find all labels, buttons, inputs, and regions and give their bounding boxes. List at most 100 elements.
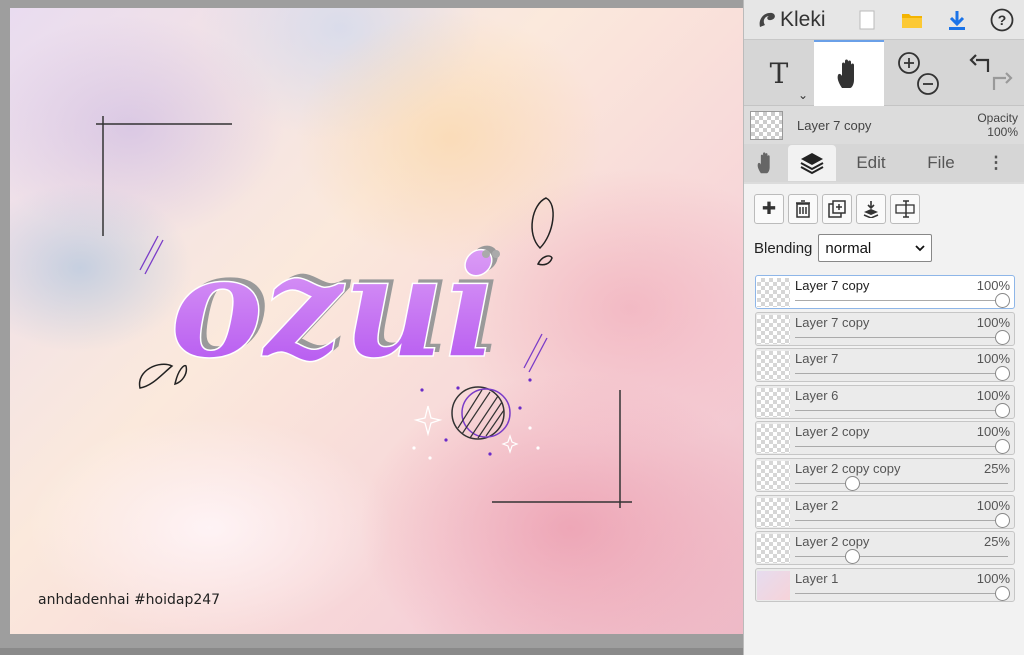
side-panel: Kleki ? T ⌄ Layer 7 copy Opacity 100% Ed… <box>743 0 1024 655</box>
blending-select[interactable]: normal <box>818 234 933 262</box>
open-file-button[interactable] <box>889 0 934 40</box>
layer-item[interactable]: Layer 7 copy 100% <box>755 311 1015 346</box>
opacity-slider-knob[interactable] <box>995 366 1010 382</box>
opacity-slider-track[interactable] <box>795 373 1008 375</box>
hand-icon <box>757 152 770 174</box>
more-options-icon[interactable]: ⋮ <box>976 145 1016 181</box>
opacity-slider-knob[interactable] <box>995 293 1010 308</box>
layer-item[interactable]: Layer 2 copy 100% <box>755 421 1015 456</box>
zoom-in-icon[interactable] <box>894 48 944 98</box>
layer-list: Layer 7 copy 100% Layer 7 copy 100% Laye… <box>755 275 1015 604</box>
svg-text:?: ? <box>997 12 1006 28</box>
opacity-slider-track[interactable] <box>795 519 1008 521</box>
opacity-slider-track[interactable] <box>795 592 1008 594</box>
layer-opacity: 100% <box>976 387 1010 403</box>
layer-item[interactable]: Layer 1 100% <box>755 567 1015 602</box>
drawing-canvas[interactable]: ozui ozui anhdadenhai #hoidap247 <box>10 8 743 634</box>
opacity-slider-knob[interactable] <box>995 512 1010 528</box>
duplicate-layer-button[interactable] <box>822 194 852 224</box>
layer-item[interactable]: Layer 7 copy 100% <box>755 275 1015 309</box>
layer-thumbnail <box>757 314 790 344</box>
tab-file[interactable]: File <box>906 145 976 181</box>
text-tool-icon: T <box>769 56 789 90</box>
merge-down-button[interactable] <box>856 194 886 224</box>
hand-icon <box>837 59 854 88</box>
layer-name: Layer 2 copy copy <box>795 460 901 476</box>
app-name: Kleki <box>780 7 826 31</box>
opacity-slider-track[interactable] <box>795 336 1008 338</box>
layer-opacity: 100% <box>976 570 1010 586</box>
opacity-slider-track[interactable] <box>795 409 1008 411</box>
app-logo[interactable]: Kleki <box>744 8 844 32</box>
delete-layer-icon <box>796 200 810 218</box>
layer-thumbnail <box>757 497 790 527</box>
layer-item[interactable]: Layer 2 copy 25% <box>755 531 1015 566</box>
text-tool[interactable]: T ⌄ <box>744 40 814 106</box>
layers-panel: ✚ Blending normal Layer 7 copy 100% Laye… <box>744 184 1024 655</box>
add-layer-button[interactable]: ✚ <box>754 194 784 224</box>
history-tools <box>954 40 1024 106</box>
layer-opacity: 25% <box>983 534 1010 550</box>
opacity-label: Opacity <box>977 111 1018 125</box>
chevron-down-icon[interactable]: ⌄ <box>798 88 808 102</box>
current-layer-thumbnail <box>750 110 783 140</box>
layer-item[interactable]: Layer 7 100% <box>755 348 1015 383</box>
opacity-slider-knob[interactable] <box>845 549 860 565</box>
layer-thumbnail <box>757 534 790 564</box>
opacity-slider-track[interactable] <box>795 300 1008 301</box>
layers-icon <box>800 153 824 175</box>
opacity-slider-knob[interactable] <box>995 402 1010 418</box>
opacity-readout: Opacity 100% <box>977 111 1018 139</box>
circle-motif <box>412 378 540 460</box>
lettering: ozui ozui <box>169 222 504 391</box>
layer-name: Layer 7 copy <box>795 314 870 330</box>
rename-layer-button[interactable] <box>890 194 920 224</box>
layer-thumbnail <box>757 387 790 417</box>
current-layer-name: Layer 7 copy <box>797 117 872 133</box>
layer-name: Layer 2 copy <box>795 424 870 440</box>
layer-opacity: 100% <box>976 314 1010 330</box>
app-window: ozui ozui anhdadenhai #hoidap247 Kleki ?… <box>0 0 1024 655</box>
blending-row: Blending normal <box>744 224 1024 262</box>
kleki-logo-icon <box>759 12 775 27</box>
current-layer-info: Layer 7 copy Opacity 100% <box>744 106 1024 144</box>
layer-thumbnail <box>757 570 790 600</box>
layer-name: Layer 7 <box>795 351 839 367</box>
tab-hand[interactable] <box>744 145 788 181</box>
add-layer-icon: ✚ <box>761 199 777 218</box>
layer-opacity: 100% <box>976 424 1010 440</box>
help-button[interactable]: ? <box>979 0 1024 40</box>
opacity-value: 100% <box>987 125 1018 139</box>
layer-item[interactable]: Layer 2 copy copy 25% <box>755 457 1015 492</box>
opacity-slider-track[interactable] <box>795 556 1008 558</box>
tool-row: T ⌄ <box>744 40 1024 106</box>
watermark-text: anhdadenhai #hoidap247 <box>38 592 221 608</box>
chevron-down-icon <box>915 245 926 252</box>
layer-actions: ✚ <box>744 184 1024 224</box>
tab-edit[interactable]: Edit <box>836 145 906 181</box>
opacity-slider-knob[interactable] <box>995 585 1010 601</box>
layer-item[interactable]: Layer 6 100% <box>755 384 1015 419</box>
layer-name: Layer 7 copy <box>795 278 870 293</box>
opacity-slider-knob[interactable] <box>995 439 1010 455</box>
new-image-button[interactable] <box>844 0 889 40</box>
opacity-slider-knob[interactable] <box>995 329 1010 345</box>
merge-down-icon <box>863 201 879 218</box>
tab-layers[interactable] <box>788 145 836 181</box>
layer-name: Layer 6 <box>795 387 839 403</box>
layer-thumbnail <box>757 424 790 454</box>
layer-thumbnail <box>757 460 790 490</box>
new-image-icon <box>859 10 874 29</box>
canvas-area[interactable]: ozui ozui anhdadenhai #hoidap247 <box>0 0 743 655</box>
opacity-slider-knob[interactable] <box>845 475 860 491</box>
opacity-slider-track[interactable] <box>795 446 1008 448</box>
layer-item[interactable]: Layer 2 100% <box>755 494 1015 529</box>
delete-layer-button[interactable] <box>788 194 818 224</box>
layer-opacity: 100% <box>976 278 1010 293</box>
tab-row: Edit File ⋮ <box>744 144 1024 182</box>
hand-tool[interactable] <box>814 40 884 106</box>
top-bar: Kleki ? <box>744 0 1024 40</box>
opacity-slider-track[interactable] <box>795 482 1008 484</box>
undo-icon[interactable] <box>964 48 1014 98</box>
download-button[interactable] <box>934 0 979 40</box>
